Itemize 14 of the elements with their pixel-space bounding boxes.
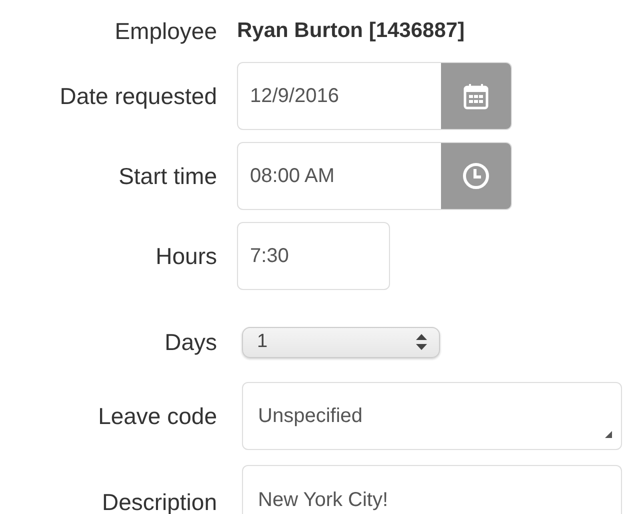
select-field[interactable]: 1 [242, 326, 440, 358]
field-label: Hours [154, 242, 217, 270]
dropdown-corner-icon [605, 431, 612, 438]
text-area[interactable]: New York City! [242, 465, 622, 514]
field-label: Date requested [58, 82, 217, 110]
employee-name: Ryan Burton [1436887] [237, 19, 465, 43]
stepper-icon [416, 334, 427, 350]
field-label: Description [100, 488, 217, 514]
input-field[interactable]: 7:30 [237, 222, 390, 290]
field-label: Leave code [97, 402, 217, 430]
field-label: Days [164, 328, 217, 356]
field-label: Start time [118, 162, 217, 190]
dropdown-field[interactable]: Unspecified [242, 382, 622, 450]
field-label: Employee [114, 18, 217, 44]
